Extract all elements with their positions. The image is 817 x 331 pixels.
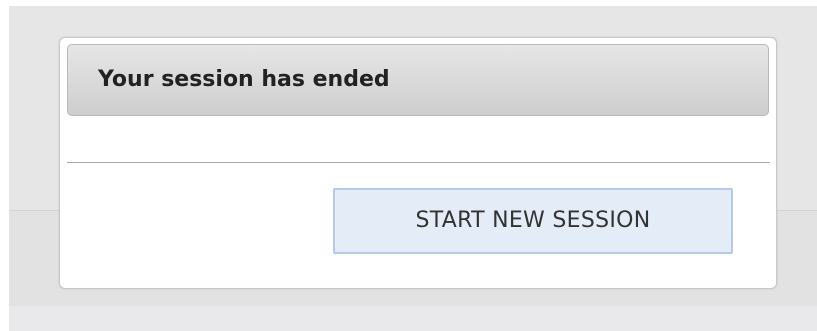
start-new-session-button[interactable]: START NEW SESSION: [333, 188, 733, 254]
dialog-divider: [67, 162, 770, 163]
dialog-header: Your session has ended: [67, 44, 769, 116]
page-backdrop-bottom: [9, 306, 817, 331]
session-ended-dialog: Your session has ended START NEW SESSION: [59, 37, 777, 289]
dialog-title: Your session has ended: [98, 67, 390, 92]
